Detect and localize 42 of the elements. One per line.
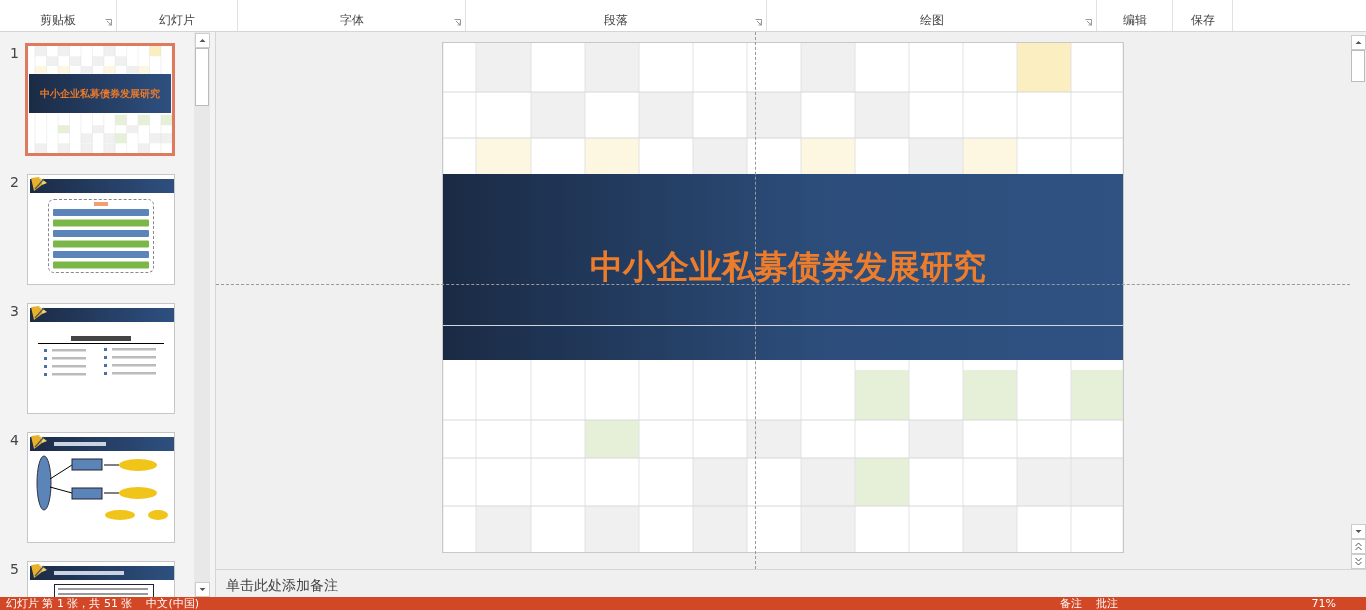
- ribbon-group-label: 段落: [604, 13, 628, 27]
- status-toggle-button[interactable]: 备注: [1059, 597, 1082, 610]
- scrollbar-thumb[interactable]: [1351, 50, 1365, 82]
- heading-text-drawing: [54, 442, 106, 446]
- scroll-down-icon[interactable]: [194, 582, 210, 597]
- ribbon-group-label: 绘图: [919, 13, 944, 27]
- slide-number: 3: [10, 303, 20, 319]
- pencil-icon: [30, 176, 48, 192]
- scrollbar-thumb[interactable]: [195, 48, 209, 106]
- scroll-up-icon[interactable]: [1350, 35, 1366, 50]
- slide-number: 1: [10, 45, 20, 61]
- pencil-icon: [30, 434, 48, 450]
- slide-title[interactable]: 中小企业私募债券发展研究: [590, 244, 986, 290]
- slide-thumbnail[interactable]: [27, 303, 175, 414]
- scroll-up-icon[interactable]: [194, 33, 210, 48]
- scroll-down-icon[interactable]: [1350, 524, 1366, 539]
- slide-title: 中小企业私募债券发展研究: [40, 86, 160, 101]
- slide-canvas[interactable]: 中小企业私募债券发展研究: [442, 42, 1124, 553]
- heading-text-drawing: [94, 202, 108, 206]
- ribbon-group-label: 编辑: [1122, 13, 1147, 27]
- status-text: 幻灯片 第 1 张，共 51 张: [6, 597, 133, 610]
- slide-number: 2: [10, 174, 20, 190]
- ribbon-group-label: 保存: [1190, 13, 1215, 27]
- ribbon-group-label: 幻灯片: [159, 13, 195, 27]
- slide-number: 4: [10, 432, 20, 448]
- dialog-launcher-icon[interactable]: [1085, 19, 1092, 26]
- dialog-launcher-icon[interactable]: [105, 19, 112, 26]
- ribbon-group-label: 字体: [339, 13, 364, 27]
- zoom-level[interactable]: 71%: [1311, 597, 1336, 610]
- slide-thumbnail[interactable]: [27, 432, 175, 543]
- dialog-launcher-icon[interactable]: [454, 19, 461, 26]
- slide-number: 5: [10, 561, 20, 577]
- status-toggle-button[interactable]: 批注: [1095, 597, 1118, 610]
- heading-text-drawing: [54, 571, 124, 575]
- dialog-launcher-icon[interactable]: [755, 19, 762, 26]
- ribbon-group-label: 剪贴板: [40, 13, 76, 27]
- slide-thumbnail[interactable]: 中小企业私募债券发展研究: [25, 43, 175, 156]
- slide-thumbnail[interactable]: [27, 174, 175, 285]
- pencil-icon: [30, 305, 48, 321]
- status-text: 中文(中国): [146, 597, 200, 610]
- heading-text-drawing: [71, 336, 131, 341]
- pencil-icon: [30, 563, 48, 579]
